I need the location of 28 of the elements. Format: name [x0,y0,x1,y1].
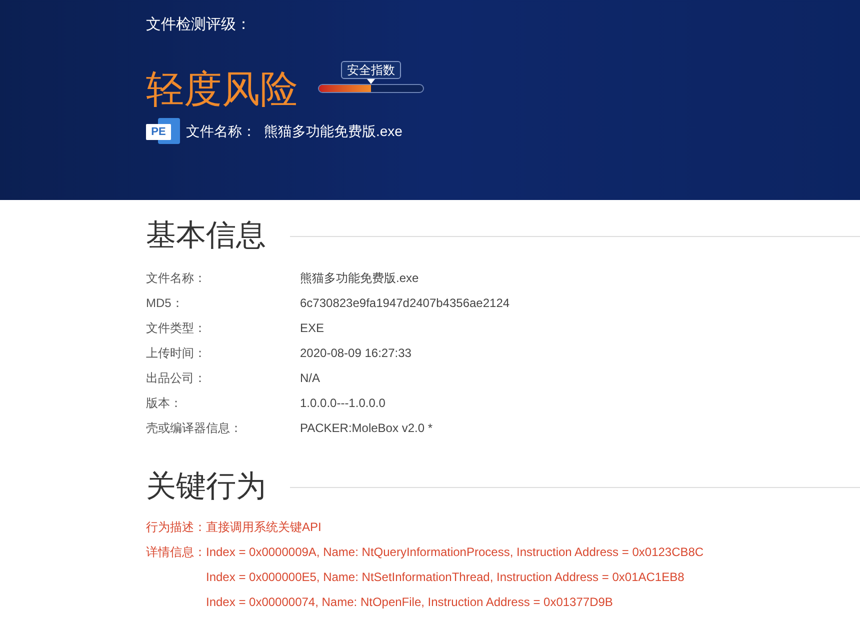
file-name-label: 文件名称： [186,122,256,141]
info-label: 文件类型： [146,320,207,337]
info-value: PACKER:MoleBox v2.0 * [300,420,432,437]
risk-level: 轻度风险 [146,68,298,112]
behavior-detail: Index = 0x0000009A, Name: NtQueryInformationProcess, Instruction Address = 0x0123CB8C [206,544,704,561]
safety-index-tooltip: 安全指数 [341,61,401,79]
info-value: EXE [300,320,324,337]
info-value: 6c730823e9fa1947d2407b4356ae2124 [300,295,510,312]
tooltip-pointer-icon [367,79,375,84]
rating-label: 文件检测评级： [146,15,252,35]
info-value: 熊猫多功能免费版.exe [300,270,419,287]
behavior-label: 详情信息： [146,544,206,561]
behavior-label: 行为描述： [146,519,206,536]
behavior-detail: 直接调用系统关键API [206,519,322,536]
section-heading: 基本信息 [146,218,266,254]
info-value: N/A [300,370,320,387]
info-value: 2020-08-09 16:27:33 [300,345,412,362]
behavior-detail: Index = 0x00000074, Name: NtOpenFile, Instruction Address = 0x01377D9B [206,594,614,611]
info-label: MD5： [146,295,184,312]
info-value: 1.0.0.0---1.0.0.0 [300,395,386,412]
behavior-detail: Index = 0x000000E5, Name: NtSetInformationThread, Instruction Address = 0x01AC1EB8 [206,569,686,586]
section-heading: 关键行为 [146,469,266,505]
info-label: 壳或编译器信息： [146,420,243,437]
info-label: 出品公司： [146,370,207,387]
info-label: 版本： [146,395,183,412]
info-label: 上传时间： [146,345,207,362]
file-name: 熊猫多功能免费版.exe [264,122,402,141]
info-label: 文件名称： [146,270,207,287]
